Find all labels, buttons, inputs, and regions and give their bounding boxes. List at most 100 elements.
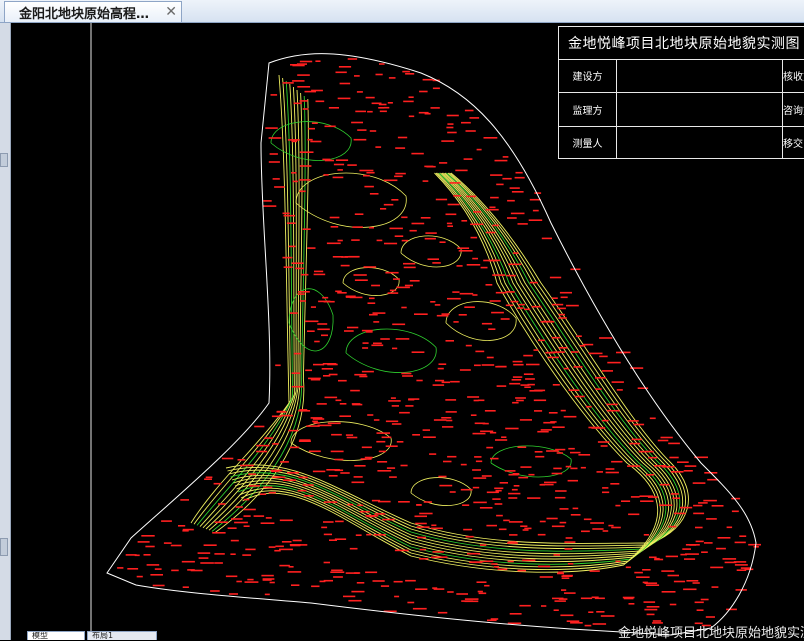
elevation-point [508, 263, 522, 266]
elevation-point [281, 541, 292, 543]
elevation-point [734, 564, 748, 566]
elevation-point [528, 219, 543, 221]
elevation-point [395, 172, 406, 175]
elevation-point [350, 389, 360, 392]
elevation-point [331, 569, 343, 572]
elevation-point [580, 466, 586, 469]
elevation-point [565, 537, 573, 539]
elevation-point [706, 518, 717, 520]
elevation-point [531, 305, 542, 308]
elevation-point [645, 450, 654, 453]
elevation-point [353, 476, 363, 478]
elevation-point [561, 577, 570, 579]
elevation-point [696, 609, 704, 611]
elevation-point [480, 430, 494, 433]
elevation-point [562, 574, 573, 577]
layout-tab-strip: 模型 布局1 [11, 631, 171, 640]
elevation-point [371, 344, 384, 347]
elevation-point [391, 423, 402, 425]
elevation-point [305, 320, 319, 323]
elevation-point [489, 206, 496, 209]
elevation-point [556, 452, 563, 454]
elevation-point [371, 102, 382, 105]
elevation-point [321, 526, 328, 529]
elevation-point [528, 473, 535, 476]
elevation-point [517, 569, 526, 572]
elevation-point [283, 266, 293, 268]
elevation-point [330, 450, 344, 453]
elevation-point [717, 537, 731, 539]
elevation-point [491, 563, 498, 565]
elevation-point [379, 63, 385, 65]
elevation-point [667, 574, 679, 577]
gutter-handle[interactable] [0, 153, 8, 167]
elevation-point [348, 599, 362, 602]
elevation-point [359, 510, 370, 513]
elevation-point [182, 586, 189, 588]
elevation-point [343, 595, 356, 598]
elevation-point [274, 186, 285, 188]
elevation-point [517, 446, 527, 448]
elevation-point [403, 262, 416, 265]
elevation-point [330, 226, 339, 228]
elevation-point [319, 580, 326, 583]
elevation-point [643, 534, 649, 536]
elevation-point [548, 412, 558, 414]
elevation-point [364, 185, 374, 188]
elevation-point [492, 274, 506, 276]
elevation-point [464, 109, 474, 112]
elevation-point [441, 381, 450, 384]
elevation-point [484, 410, 496, 412]
elevation-point [533, 349, 539, 351]
elevation-point [296, 63, 307, 65]
elevation-point [380, 338, 390, 340]
elevation-point [378, 450, 387, 453]
elevation-point [431, 556, 443, 559]
elevation-point [432, 551, 444, 553]
gutter-handle-lower[interactable] [0, 538, 8, 556]
elevation-point [416, 504, 422, 506]
tab-layout1[interactable]: 布局1 [87, 631, 157, 640]
elevation-point [637, 387, 649, 389]
document-tab[interactable]: 金阳北地块原始高程… ✕ [4, 1, 182, 22]
elevation-point [485, 208, 499, 211]
elevation-point [647, 496, 658, 498]
elevation-point [297, 293, 305, 295]
elevation-point [748, 543, 761, 546]
elevation-point [479, 507, 493, 509]
elevation-point [588, 611, 594, 613]
elevation-point [292, 180, 298, 183]
elevation-point [328, 475, 338, 477]
close-icon[interactable]: ✕ [165, 4, 177, 20]
elevation-point [611, 381, 624, 383]
elevation-point [248, 473, 256, 475]
elevation-point [537, 533, 546, 536]
elevation-point [485, 284, 493, 286]
elevation-point [403, 100, 414, 103]
elevation-point [576, 335, 582, 337]
tab-model[interactable]: 模型 [27, 631, 85, 640]
elevation-point [354, 213, 364, 215]
elevation-point [529, 281, 538, 284]
elevation-point [564, 548, 573, 550]
elevation-point [292, 80, 305, 82]
elevation-point [534, 410, 543, 412]
elevation-point [616, 351, 627, 354]
title-block-row: 监理方 咨询方 [559, 93, 804, 127]
title-block-row: 建设方 核收方 [559, 59, 804, 93]
elevation-point [288, 245, 296, 248]
elevation-point [486, 356, 494, 359]
elevation-point [646, 613, 655, 616]
elevation-point [386, 467, 396, 469]
elevation-point [362, 347, 369, 349]
elevation-point [469, 561, 483, 563]
elevation-point [703, 499, 717, 502]
elevation-point [268, 546, 276, 548]
elevation-point [212, 532, 226, 534]
elevation-point [398, 501, 410, 503]
elevation-point [570, 451, 581, 454]
elevation-point [672, 497, 680, 499]
elevation-point [356, 582, 365, 584]
elevation-point [302, 108, 309, 110]
elevation-point [339, 82, 351, 85]
